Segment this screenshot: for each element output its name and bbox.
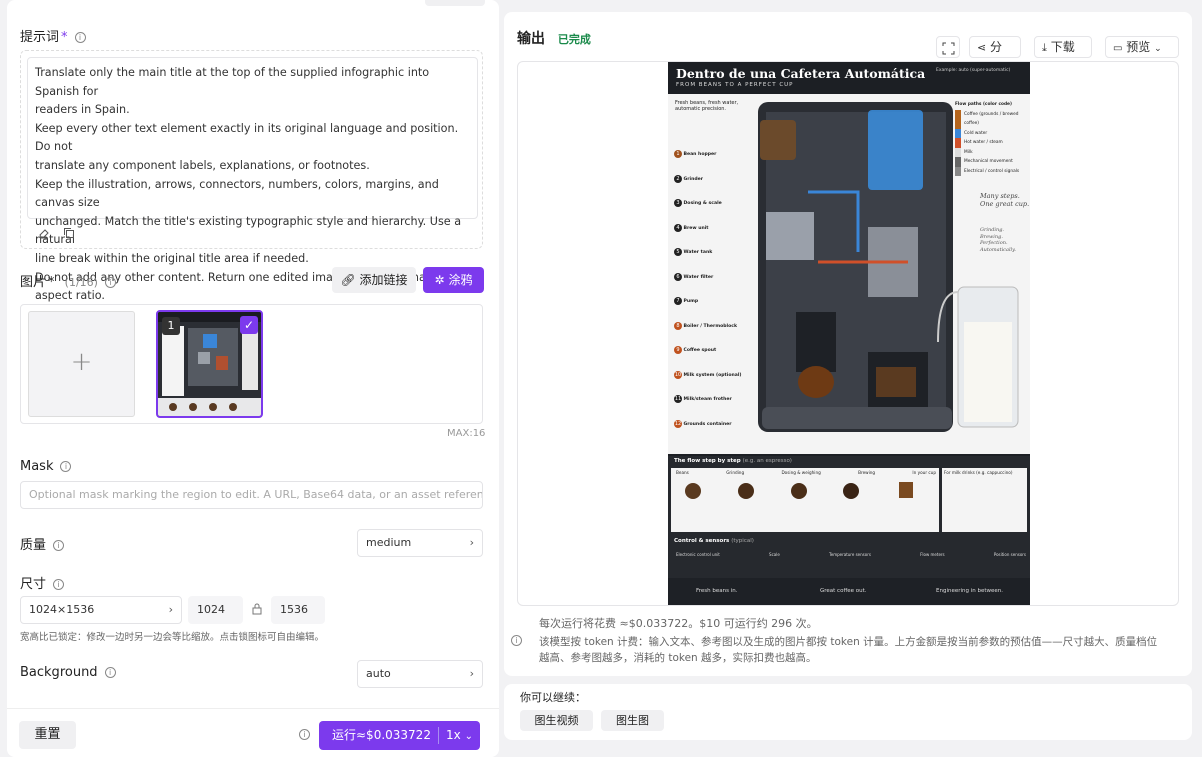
chevron-down-icon: ⌄ [1154, 44, 1162, 54]
image-upload-area: + 1 ✓ [20, 304, 483, 424]
check-icon[interactable]: ✓ [240, 316, 258, 334]
output-canvas: Dentro de una Cafetera Automática FROM B… [517, 61, 1179, 606]
chevron-down-icon: ⌄ [464, 731, 473, 742]
reset-button[interactable]: 重置 [19, 721, 76, 749]
size-label: 尺寸 i [20, 573, 65, 592]
output-title: 输出 已完成 [517, 31, 591, 47]
chevron-right-icon: › [469, 667, 474, 680]
image-to-image-button[interactable]: 图生图 [601, 710, 664, 731]
info-icon[interactable]: i [53, 579, 65, 590]
tagline: Many steps. One great cup. [980, 192, 1030, 208]
bottom-strip: Fresh beans in. Great coffee out. Engine… [668, 578, 1030, 605]
cost-explanation: 该模型按 token 计费：输入文本、参考图以及生成的图片都按 token 计量… [539, 636, 1158, 664]
info-icon[interactable]: i [74, 32, 86, 43]
top-scroll-stub [425, 0, 485, 6]
download-button[interactable]: ⤓ 下载 [1034, 36, 1092, 58]
palette-icon: ✲ [434, 273, 445, 287]
continue-panel: 你可以继续： 图生视频 图生图 [504, 684, 1192, 740]
mask-label: Mask i [20, 459, 72, 474]
chevron-right-icon: › [469, 536, 474, 549]
multiplier-select[interactable]: 1x ⌄ [446, 721, 473, 751]
tagline-secondary: Grinding. Brewing. Perfection. Automaticall… [980, 227, 1016, 253]
copy-icon[interactable] [63, 227, 75, 239]
params-panel: 提示词 * i Translate only the main title at t… [7, 0, 499, 757]
steps-section: The flow step by step (e.g. an espresso)… [668, 456, 1030, 536]
prompt-label: 提示词 * i [20, 26, 86, 45]
output-image[interactable]: Dentro de una Cafetera Automática FROM B… [668, 62, 1030, 605]
width-input[interactable]: 1024 [188, 596, 243, 624]
info-icon[interactable]: i [60, 461, 72, 472]
quality-label: 质量 i [20, 534, 65, 553]
fit-button[interactable] [936, 36, 960, 58]
add-image-button[interactable]: + [28, 311, 135, 417]
step-icons [685, 482, 913, 499]
preview-button[interactable]: ▭ 预览 ⌄ [1105, 36, 1179, 58]
output-panel: 输出 已完成 ⋖ 分享 ⤓ 下载 ▭ 预览 ⌄ Dentro de una Ca… [504, 12, 1192, 676]
share-button[interactable]: ⋖ 分享 [969, 36, 1021, 75]
height-input[interactable]: 1536 [271, 596, 325, 624]
lock-icon[interactable] [252, 603, 262, 618]
info-icon[interactable]: i [104, 277, 116, 288]
video-icon: ▭ [1113, 43, 1123, 54]
prompt-box: Translate only the main title at the top… [20, 50, 483, 302]
prompt-textarea[interactable]: Translate only the main title at the top… [27, 57, 478, 302]
share-icon: ⋖ [977, 41, 987, 54]
link-icon: 🔗︎ [340, 273, 356, 287]
image-to-video-button[interactable]: 图生视频 [520, 710, 593, 731]
info-icon[interactable]: i [53, 540, 65, 551]
chevron-right-icon: › [168, 603, 173, 616]
download-icon: ⤓ [1042, 41, 1047, 54]
image-index-badge: 1 [162, 317, 180, 335]
info-icon[interactable]: i [511, 635, 522, 646]
background-label: Background i [20, 665, 116, 680]
eraser-icon[interactable] [38, 227, 50, 239]
flow-legend: Flow paths (color code) Coffee (grounds … [955, 100, 1027, 176]
footer-bar: 重置 i 运行≈$0.033722 1x ⌄ [7, 708, 499, 757]
status-badge: 已完成 [557, 33, 591, 46]
add-link-button[interactable]: 🔗︎ 添加链接 [332, 267, 416, 293]
mask-input[interactable]: Optional mask marking the region to edit… [20, 481, 483, 509]
size-hint: 宽高比已锁定：修改一边时另一边会等比缩放。点击锁图标可自由编辑。 [20, 632, 325, 643]
run-button[interactable]: 运行≈$0.033722 1x ⌄ [319, 721, 480, 750]
crop-icon [942, 41, 955, 61]
control-section: Control & sensors (typical) Electronic c… [668, 536, 1030, 578]
quality-select[interactable]: medium › [357, 529, 483, 557]
continue-label: 你可以继续： [520, 691, 586, 704]
info-icon[interactable]: i [104, 667, 116, 678]
cost-estimate: 每次运行将花费 ≈$0.033722。$10 可运行约 296 次。 [539, 617, 818, 630]
doodle-button[interactable]: ✲ 涂鸦 [423, 267, 484, 293]
image-thumbnail[interactable]: 1 ✓ [156, 310, 263, 418]
max-count: MAX:16 [447, 428, 486, 439]
background-select[interactable]: auto › [357, 660, 483, 688]
size-preset-select[interactable]: 1024×1536 › [20, 596, 182, 624]
images-label: 图片 * (1/16) i [20, 271, 116, 290]
run-divider [438, 727, 439, 744]
info-icon[interactable]: i [299, 729, 310, 740]
